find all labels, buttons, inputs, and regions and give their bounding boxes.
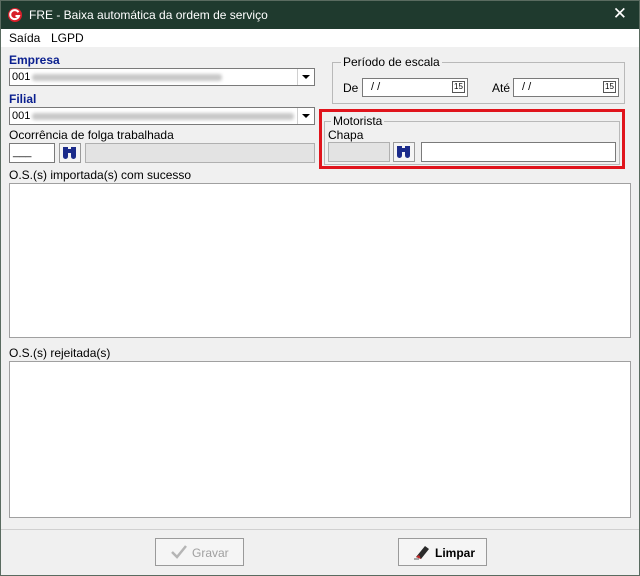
empresa-name-redacted bbox=[32, 74, 222, 81]
ocorrencia-label: Ocorrência de folga trabalhada bbox=[9, 128, 174, 142]
de-date-input[interactable]: / / 15 bbox=[362, 78, 468, 97]
gravar-label: Gravar bbox=[192, 546, 229, 560]
check-icon bbox=[171, 545, 187, 559]
gravar-button[interactable]: Gravar bbox=[155, 538, 244, 566]
window-title: FRE - Baixa automática da ordem de servi… bbox=[29, 8, 268, 22]
close-button[interactable]: ✕ bbox=[613, 4, 627, 24]
app-logo-icon bbox=[8, 8, 22, 22]
chevron-down-icon[interactable] bbox=[297, 108, 314, 124]
empresa-label: Empresa bbox=[9, 53, 60, 67]
ocorrencia-search-button[interactable] bbox=[59, 143, 81, 163]
ocorrencia-code-input[interactable]: ___ bbox=[9, 143, 55, 163]
ocorrencia-description-field bbox=[85, 143, 315, 163]
filial-select[interactable]: 001 bbox=[9, 107, 315, 125]
filial-label: Filial bbox=[9, 92, 37, 106]
button-bar: Gravar Limpar bbox=[1, 529, 639, 576]
limpar-label: Limpar bbox=[435, 546, 476, 560]
importadas-list[interactable] bbox=[9, 183, 631, 338]
rejeitadas-list[interactable] bbox=[9, 361, 631, 518]
de-label: De bbox=[343, 81, 359, 95]
menu-lgpd[interactable]: LGPD bbox=[51, 31, 84, 45]
calendar-icon[interactable]: 15 bbox=[603, 81, 616, 93]
ate-label: Até bbox=[492, 81, 511, 95]
ate-date-value: / / bbox=[522, 81, 532, 93]
rejeitadas-label: O.S.(s) rejeitada(s) bbox=[9, 346, 111, 360]
title-bar: FRE - Baixa automática da ordem de servi… bbox=[1, 1, 639, 29]
importadas-label: O.S.(s) importada(s) com sucesso bbox=[9, 168, 192, 182]
chevron-down-icon[interactable] bbox=[297, 69, 314, 85]
filial-value: 001 bbox=[12, 110, 31, 122]
menu-bar: Saída LGPD bbox=[1, 29, 639, 47]
highlight-box bbox=[319, 109, 625, 169]
menu-saida[interactable]: Saída bbox=[9, 31, 40, 45]
ate-date-input[interactable]: / / 15 bbox=[513, 78, 619, 97]
periodo-legend: Período de escala bbox=[341, 55, 442, 69]
binoculars-icon bbox=[63, 147, 76, 159]
limpar-button[interactable]: Limpar bbox=[398, 538, 487, 566]
filial-name-redacted bbox=[32, 113, 294, 120]
calendar-icon[interactable]: 15 bbox=[452, 81, 465, 93]
empresa-select[interactable]: 001 bbox=[9, 68, 315, 86]
de-date-value: / / bbox=[371, 81, 381, 93]
empresa-value: 001 bbox=[12, 71, 31, 83]
app-window: FRE - Baixa automática da ordem de servi… bbox=[0, 0, 640, 576]
eraser-icon bbox=[414, 546, 429, 560]
ocorrencia-code-value: ___ bbox=[13, 146, 32, 158]
